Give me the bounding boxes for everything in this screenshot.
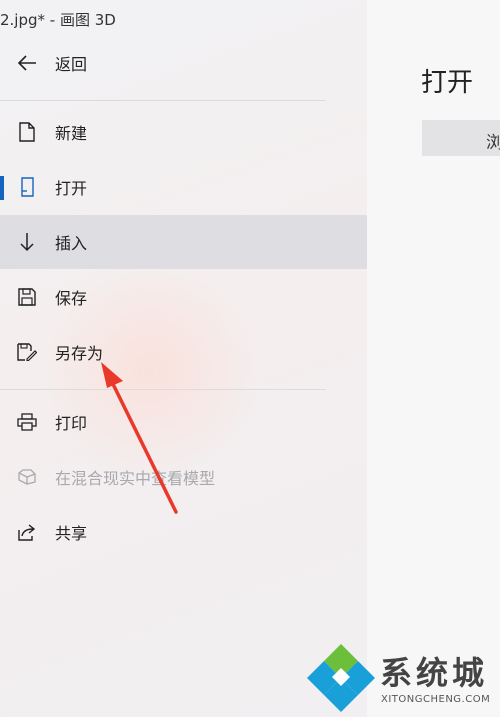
save-as-icon bbox=[16, 341, 38, 363]
menu-item-label: 另存为 bbox=[55, 344, 104, 363]
save-icon bbox=[16, 286, 38, 308]
menu-item-save-as[interactable]: 另存为 bbox=[0, 325, 367, 379]
menu-item-new[interactable]: 新建 bbox=[0, 105, 367, 159]
menu-item-label: 打开 bbox=[55, 179, 88, 198]
menu-item-share[interactable]: 共享 bbox=[0, 505, 367, 559]
menu-item-mixed-reality[interactable]: 在混合现实中查看模型 bbox=[0, 450, 367, 504]
browse-button-label: 浏 bbox=[486, 133, 500, 153]
file-menu-sidebar: 2.jpg* - 画图 3D 返回 新建 打开 插入 保存 另存为 打印 在混合… bbox=[0, 0, 367, 717]
menu-item-open[interactable]: 打开 bbox=[0, 160, 367, 214]
menu-item-label: 共享 bbox=[55, 524, 88, 543]
menu-item-label: 在混合现实中查看模型 bbox=[55, 469, 216, 488]
menu-item-label: 打印 bbox=[55, 414, 88, 433]
watermark-text: 系统城 bbox=[380, 654, 489, 692]
open-file-icon bbox=[16, 176, 38, 198]
page-title: 打开 bbox=[421, 68, 474, 98]
share-icon bbox=[16, 521, 38, 543]
back-label: 返回 bbox=[55, 55, 88, 74]
back-arrow-icon bbox=[16, 52, 38, 74]
menu-item-print[interactable]: 打印 bbox=[0, 395, 367, 449]
browse-button[interactable]: 浏 bbox=[422, 120, 500, 156]
print-icon bbox=[16, 411, 38, 433]
insert-arrow-icon bbox=[16, 231, 38, 253]
menu-item-insert[interactable]: 插入 bbox=[0, 215, 367, 269]
new-file-icon bbox=[16, 121, 38, 143]
content-pane bbox=[367, 0, 500, 717]
menu-item-label: 保存 bbox=[55, 289, 88, 308]
divider bbox=[0, 389, 326, 390]
menu-item-save[interactable]: 保存 bbox=[0, 270, 367, 324]
watermark-subtext: XITONGCHENG.COM bbox=[381, 694, 491, 705]
divider bbox=[0, 100, 326, 101]
menu-item-label: 新建 bbox=[55, 124, 88, 143]
mixed-reality-icon bbox=[16, 466, 38, 488]
menu-item-label: 插入 bbox=[55, 234, 88, 253]
back-button[interactable]: 返回 bbox=[0, 36, 367, 90]
window-title: 2.jpg* - 画图 3D bbox=[0, 11, 116, 29]
